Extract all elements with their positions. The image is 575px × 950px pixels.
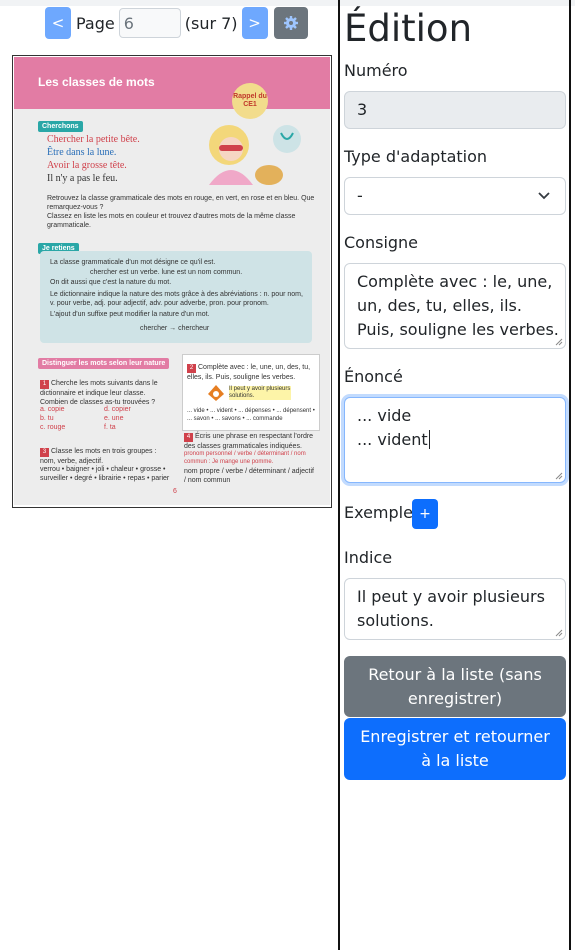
retiens-line-5: L'ajout d'un suffixe peut modifier la na… [50, 311, 210, 318]
indice-line-1: Il peut y avoir plusieurs [357, 587, 545, 606]
cherchons-line-2: Être dans la lune. [47, 147, 117, 158]
enonce-textarea[interactable]: ... vide ... vident [344, 397, 566, 483]
cartoon-illustration [209, 125, 301, 185]
cherchons-line-4: Il n'y a pas le feu. [47, 173, 118, 184]
word-f: f. ta [104, 424, 116, 431]
distinguer-tag: Distinguer les mots selon leur nature [38, 358, 170, 369]
type-adaptation-value: - [357, 186, 363, 205]
pane-divider[interactable] [338, 0, 340, 950]
consigne-line-1: Complète avec : le, une, [357, 272, 553, 291]
form-heading: Édition [344, 7, 473, 50]
page-title: Les classes de mots [38, 75, 155, 89]
type-adaptation-select[interactable]: - [344, 177, 566, 215]
exercise-1-text: Cherche les mots suivants dans le dictio… [40, 380, 158, 406]
word-b: b. tu [40, 415, 54, 422]
exercise-4: 4 Écris une phrase en respectant l'ordre … [184, 432, 316, 451]
save-and-return-button[interactable]: Enregistrer et retourner à la liste [344, 718, 566, 780]
exemple-label: Exemple [344, 503, 413, 522]
exercise-2-hint: Il peut y avoir plusieurs solutions. [229, 386, 291, 400]
cherchons-line-3: Avoir la grosse tête. [47, 160, 127, 171]
exercise-4-words: nom propre / verbe / déterminant / adjec… [184, 468, 314, 484]
page-number-input[interactable]: 6 [118, 8, 181, 38]
exercise-3-number: 3 [40, 448, 49, 457]
previous-page-button[interactable]: < [45, 7, 71, 39]
pager: < Page 6 (sur 7) > [45, 7, 308, 39]
je-retiens-box: La classe grammaticale d'un mot désigne … [40, 251, 312, 343]
page-total: (sur 7) [184, 13, 238, 33]
rappel-badge: Rappel du CE1 [232, 83, 268, 119]
consigne-textarea[interactable]: Complète avec : le, une, un, des, tu, el… [344, 263, 566, 349]
fox-icon [208, 385, 224, 401]
exercise-4-text: Écris une phrase en respectant l'ordre d… [184, 433, 314, 450]
exercise-3: 3 Classe les mots en trois groupes : nom,… [40, 447, 170, 466]
enonce-line-1: ... vide [357, 406, 412, 425]
type-adaptation-label: Type d'adaptation [344, 147, 488, 166]
retiens-line-6: chercher → chercheur [140, 325, 210, 332]
back-to-list-button[interactable]: Retour à la liste (sans enregistrer) [344, 656, 566, 717]
exercise-2-words: ... vide • ... vident • ... dépenses • .… [187, 408, 315, 422]
add-example-button[interactable]: + [412, 499, 438, 529]
chevron-down-icon [538, 192, 550, 200]
text-cursor [428, 430, 430, 449]
exercise-2: 2 Complète avec : le, une, un, des, tu, e… [187, 363, 315, 382]
exercise-1-number: 1 [40, 380, 49, 389]
cherchons-tag: Cherchons [38, 121, 83, 132]
numero-label: Numéro [344, 61, 408, 80]
instruction-1: Retrouvez la classe grammaticale des mot… [47, 195, 315, 211]
retiens-line-1: La classe grammaticale d'un mot désigne … [50, 259, 216, 266]
next-page-button[interactable]: > [241, 7, 268, 39]
exercise-1-words-right: d. copier e. une f. ta [104, 405, 164, 432]
retiens-line-3: On dit aussi que c'est la nature du mot. [50, 279, 172, 286]
consigne-line-2: un, des, tu, elles, ils. [357, 296, 522, 315]
word-c: c. rouge [40, 424, 66, 431]
page-number: 6 [173, 488, 177, 495]
enonce-line-2: ... vident [357, 430, 430, 449]
textbook-page: Les classes de mots Rappel du CE1 Cherch… [14, 57, 330, 505]
cherchons-line-1: Chercher la petite bête. [47, 134, 140, 145]
gear-icon [283, 16, 298, 30]
exercise-1-words-left: a. copie b. tu c. rouge [40, 405, 100, 432]
right-border [569, 0, 571, 950]
exercise-3-words: verrou • baigner • joli • chaleur • gros… [40, 466, 170, 482]
word-d: d. copier [104, 406, 131, 413]
top-strip [0, 0, 575, 6]
exercise-2-text: Complète avec : le, une, un, des, tu, el… [187, 364, 311, 381]
retiens-line-4: Le dictionnaire indique la nature des mo… [50, 291, 303, 307]
consigne-line-3: Puis, souligne les verbes. [357, 320, 559, 339]
consigne-label: Consigne [344, 233, 419, 252]
page-label: Page [76, 13, 115, 33]
enonce-label: Énoncé [344, 367, 403, 386]
word-e: e. une [104, 415, 124, 422]
settings-button[interactable] [273, 7, 308, 39]
indice-label: Indice [344, 548, 393, 567]
resize-handle-icon[interactable] [555, 472, 563, 480]
exercise-1: 1 Cherche les mots suivants dans le dicti… [40, 379, 158, 407]
resize-handle-icon[interactable] [555, 338, 563, 346]
exercise-4-example: pronom personnel / verbe / déterminant /… [184, 451, 306, 465]
resize-handle-icon[interactable] [555, 629, 563, 637]
textbook-page-viewer[interactable]: Les classes de mots Rappel du CE1 Cherch… [12, 55, 332, 508]
word-a: a. copie [40, 406, 65, 413]
indice-textarea[interactable]: Il peut y avoir plusieurs solutions. [344, 578, 566, 640]
numero-field[interactable]: 3 [344, 91, 566, 129]
indice-line-2: solutions. [357, 611, 434, 630]
exercise-2-number: 2 [187, 364, 196, 373]
exercise-2-highlight[interactable]: 2 Complète avec : le, une, un, des, tu, e… [182, 354, 320, 431]
page-banner: Les classes de mots [14, 57, 330, 109]
exercise-3-text: Classe les mots en trois groupes : nom, … [40, 448, 157, 465]
instruction-2: Classez en liste les mots en couleur et … [47, 213, 296, 229]
retiens-line-2: chercher est un verbe. lune est un nom c… [90, 269, 243, 276]
exercise-4-number: 4 [184, 433, 193, 442]
